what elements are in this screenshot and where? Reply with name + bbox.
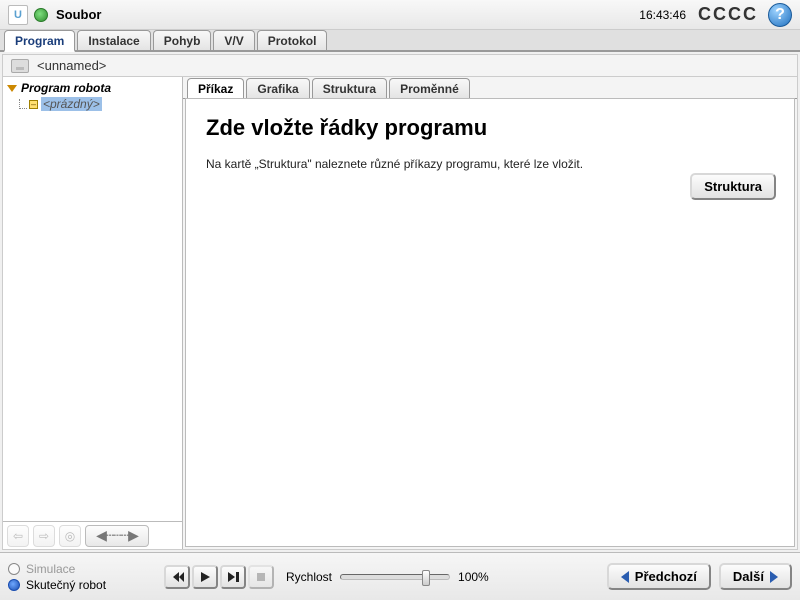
slider-thumb-icon[interactable]	[422, 570, 430, 586]
playbar: Rychlost 100%	[164, 565, 489, 589]
footer: Simulace Skutečný robot Rychlost 100% Př…	[0, 552, 800, 600]
ur-logo-icon: U	[8, 5, 28, 25]
real-label: Skutečný robot	[26, 578, 106, 592]
stop-button[interactable]	[248, 565, 274, 589]
speed-slider[interactable]	[340, 574, 450, 580]
subtab-grafika[interactable]: Grafika	[246, 78, 309, 98]
tree-root-label: Program robota	[21, 81, 111, 95]
sim-radio[interactable]: Simulace	[8, 561, 158, 577]
content-panel: Zde vložte řádky programu Na kartě „Stru…	[185, 98, 795, 547]
tree-empty-node[interactable]: – <prázdný>	[19, 97, 178, 111]
content-paragraph: Na kartě „Struktura" naleznete různé pří…	[206, 157, 774, 171]
next-button[interactable]: Další	[719, 563, 792, 590]
help-icon[interactable]: ?	[768, 3, 792, 27]
next-button-label: Další	[733, 569, 764, 584]
prev-button-label: Předchozí	[635, 569, 697, 584]
main-tabs: Program Instalace Pohyb V/V Protokol	[0, 30, 800, 52]
right-pane: Příkaz Grafika Struktura Proměnné Zde vl…	[183, 77, 797, 549]
tab-vv[interactable]: V/V	[213, 30, 254, 50]
expand-arrow-icon[interactable]	[7, 85, 17, 92]
sim-label: Simulace	[26, 562, 75, 576]
step-button[interactable]	[220, 565, 246, 589]
structure-button[interactable]: Struktura	[690, 173, 776, 200]
status-cccc: CCCC	[698, 4, 758, 25]
tree-root-node[interactable]: Program robota	[7, 81, 178, 95]
mode-radios: Simulace Skutečný robot	[8, 561, 158, 593]
program-tree[interactable]: Program robota – <prázdný>	[3, 77, 182, 521]
arrow-right-icon	[770, 571, 778, 583]
file-subbar: <unnamed>	[3, 55, 797, 77]
content-heading: Zde vložte řádky programu	[206, 115, 774, 141]
globe-icon	[34, 8, 48, 22]
play-button[interactable]	[192, 565, 218, 589]
workarea: <unnamed> Program robota – <prázdný> ⇦ ⇨…	[2, 54, 798, 550]
subtab-promenne[interactable]: Proměnné	[389, 78, 470, 98]
tree-branch-icon	[19, 99, 27, 109]
file-menu[interactable]: Soubor	[56, 7, 102, 22]
real-radio[interactable]: Skutečný robot	[8, 577, 158, 593]
tab-program[interactable]: Program	[4, 30, 75, 52]
speed-value: 100%	[458, 570, 489, 584]
tab-instalace[interactable]: Instalace	[77, 30, 150, 50]
prev-button[interactable]: Předchozí	[607, 563, 711, 590]
clock: 16:43:46	[639, 8, 686, 22]
tab-pohyb[interactable]: Pohyb	[153, 30, 212, 50]
subtab-prikaz[interactable]: Příkaz	[187, 78, 244, 99]
disk-icon[interactable]	[11, 59, 29, 73]
tree-toolbar: ⇦ ⇨ ◎ ◀┄┄┄▶	[3, 521, 182, 549]
tree-target-button[interactable]: ◎	[59, 525, 81, 547]
program-tree-pane: Program robota – <prázdný> ⇦ ⇨ ◎ ◀┄┄┄▶	[3, 77, 183, 549]
rewind-button[interactable]	[164, 565, 190, 589]
titlebar: U Soubor 16:43:46 CCCC ?	[0, 0, 800, 30]
tab-protokol[interactable]: Protokol	[257, 30, 328, 50]
minus-icon[interactable]: –	[29, 100, 38, 109]
radio-on-icon	[8, 579, 20, 591]
tree-forward-button[interactable]: ⇨	[33, 525, 55, 547]
tree-slider-button[interactable]: ◀┄┄┄▶	[85, 525, 149, 547]
tree-empty-label: <prázdný>	[41, 97, 102, 111]
tree-back-button[interactable]: ⇦	[7, 525, 29, 547]
speed-label: Rychlost	[286, 570, 332, 584]
arrow-left-icon	[621, 571, 629, 583]
radio-off-icon	[8, 563, 20, 575]
subtab-struktura[interactable]: Struktura	[312, 78, 387, 98]
file-name-label: <unnamed>	[37, 58, 106, 73]
sub-tabs: Příkaz Grafika Struktura Proměnné	[183, 77, 797, 99]
